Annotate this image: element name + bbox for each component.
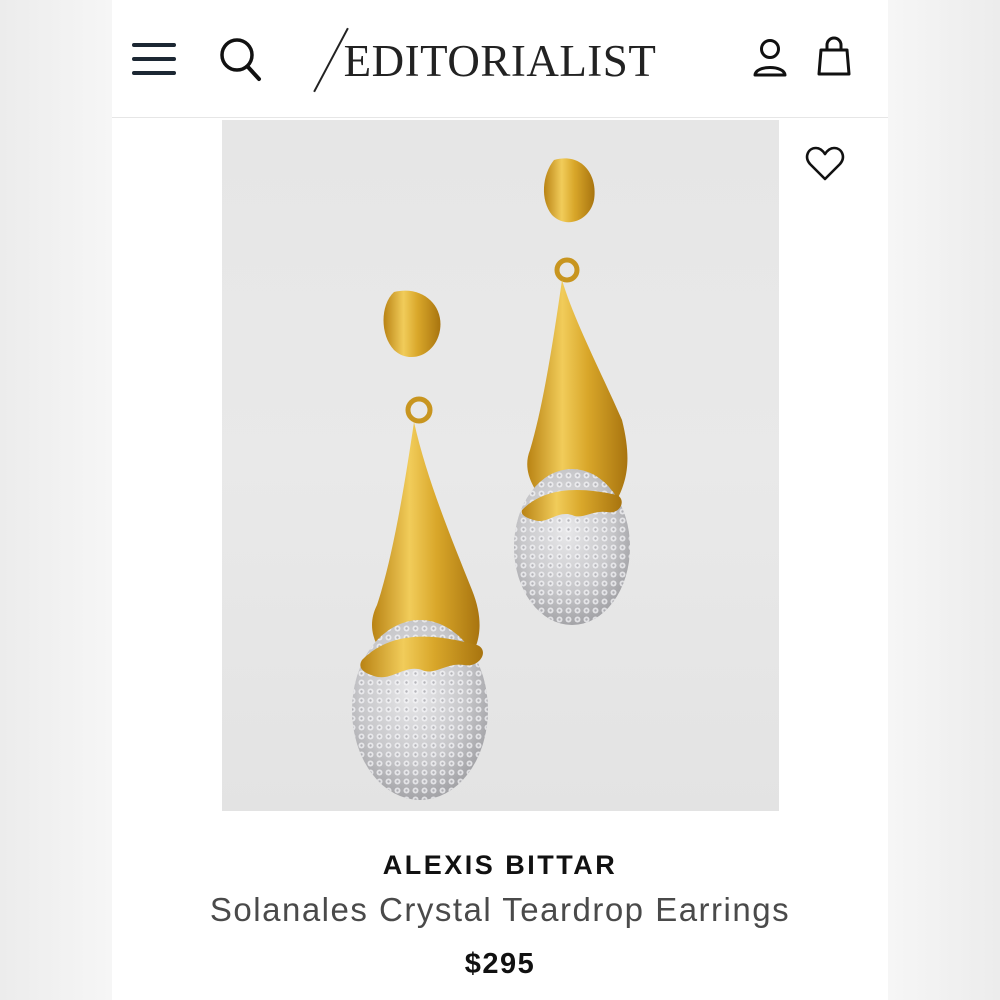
heart-icon[interactable] <box>805 145 845 183</box>
hamburger-menu-icon[interactable] <box>132 40 178 78</box>
earring-back <box>514 158 630 625</box>
earring-front <box>352 290 488 800</box>
product-image[interactable] <box>222 120 779 811</box>
product-price: $295 <box>464 948 536 980</box>
left-background <box>0 0 112 1000</box>
product-brand[interactable]: ALEXIS BITTAR <box>112 850 888 881</box>
product-name[interactable]: Solanales Crystal Teardrop Earrings <box>112 891 888 929</box>
shopping-bag-icon[interactable] <box>816 36 852 78</box>
site-header: EDITORIALIST <box>112 0 888 118</box>
product-page: EDITORIALIST ALEXIS BITTAR Solanales Cry… <box>112 0 888 1000</box>
site-logo[interactable]: EDITORIALIST <box>312 30 688 92</box>
search-icon[interactable] <box>218 36 262 82</box>
user-icon[interactable] <box>752 38 788 78</box>
right-background <box>888 0 1000 1000</box>
earrings-illustration <box>352 158 630 800</box>
